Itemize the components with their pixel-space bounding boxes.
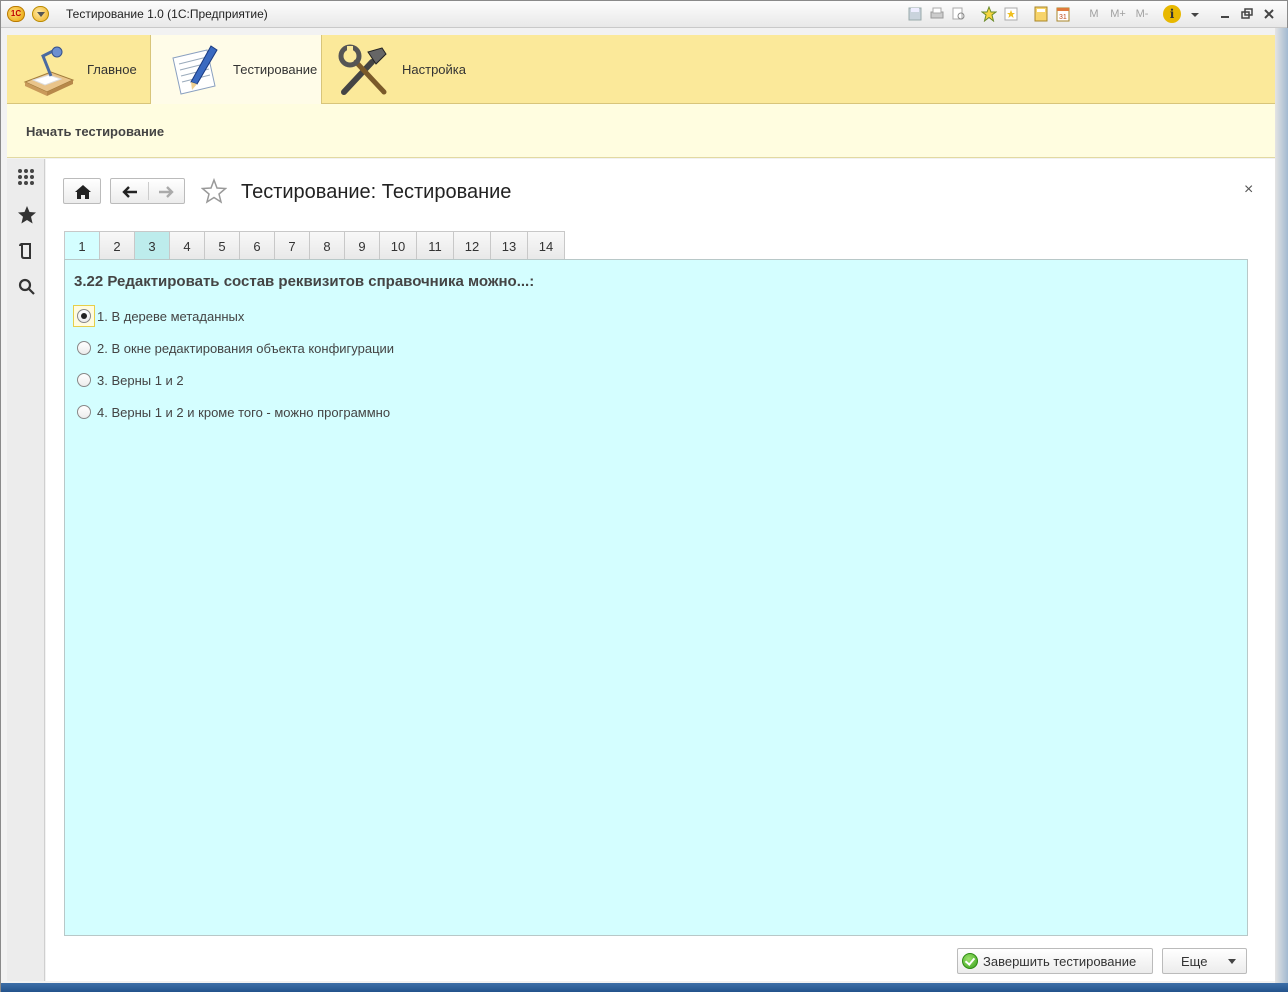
title-bar: 1С Тестирование 1.0 (1С:Предприятие) 31 …	[1, 1, 1287, 28]
radio-button[interactable]	[77, 309, 91, 323]
search-icon[interactable]	[17, 277, 37, 297]
tab-1[interactable]: 1	[64, 231, 100, 261]
radio-wrap	[73, 305, 95, 327]
finish-testing-button[interactable]: Завершить тестирование	[957, 948, 1153, 974]
desk-lamp-icon	[21, 42, 77, 98]
nav-arrows	[110, 178, 185, 204]
section-settings[interactable]: Настройка	[322, 35, 482, 104]
sections-panel: Главное Тестирование Настройка	[7, 35, 1275, 104]
tab-7[interactable]: 7	[274, 231, 310, 260]
close-window-button[interactable]	[1259, 5, 1279, 23]
radio-button[interactable]	[77, 341, 91, 355]
more-button[interactable]: Еще	[1162, 948, 1247, 974]
tab-5[interactable]: 5	[204, 231, 240, 260]
tab-12[interactable]: 12	[453, 231, 491, 260]
calculator-icon[interactable]	[1031, 5, 1051, 23]
answer-option-3[interactable]: 3. Верны 1 и 2	[73, 364, 394, 396]
tab-11[interactable]: 11	[416, 231, 454, 260]
history-icon[interactable]	[17, 241, 37, 261]
answer-group: 1. В дереве метаданных 2. В окне редакти…	[73, 300, 394, 428]
restore-button[interactable]	[1237, 5, 1257, 23]
chevron-down-icon	[1228, 959, 1236, 964]
section-main[interactable]: Главное	[7, 35, 150, 104]
os-taskbar	[1, 983, 1288, 992]
tab-8[interactable]: 8	[309, 231, 345, 260]
notepad-pencil-icon	[167, 42, 223, 98]
preview-icon[interactable]	[949, 5, 969, 23]
star-icon[interactable]	[17, 205, 37, 225]
desktop-edge	[1275, 28, 1288, 983]
favorites-icon[interactable]	[1001, 5, 1021, 23]
svg-text:31: 31	[1059, 14, 1067, 21]
tab-6[interactable]: 6	[239, 231, 275, 260]
check-circle-icon	[962, 953, 978, 969]
tab-content: 3.22 Редактировать состав реквизитов спр…	[64, 259, 1248, 936]
calendar-icon[interactable]: 31	[1053, 5, 1073, 23]
print-icon[interactable]	[927, 5, 947, 23]
home-icon	[75, 185, 91, 199]
memory-minus-button[interactable]: M-	[1131, 5, 1153, 23]
main-menu-button[interactable]	[32, 6, 49, 22]
answer-label[interactable]: 3. Верны 1 и 2	[97, 373, 184, 388]
minimize-button[interactable]	[1215, 5, 1235, 23]
left-toolbar	[7, 159, 45, 981]
tab-10[interactable]: 10	[379, 231, 417, 260]
finish-label: Завершить тестирование	[983, 953, 1137, 969]
chevron-down-icon[interactable]	[1185, 5, 1205, 23]
grid-menu-icon[interactable]	[17, 167, 37, 187]
tab-9[interactable]: 9	[344, 231, 380, 260]
radio-wrap	[73, 369, 95, 391]
radio-wrap	[73, 401, 95, 423]
answer-label[interactable]: 4. Верны 1 и 2 и кроме того - можно прог…	[97, 405, 390, 420]
1c-logo-icon[interactable]: 1С	[7, 6, 25, 22]
function-panel: Начать тестирование	[7, 104, 1275, 158]
memory-plus-button[interactable]: M+	[1107, 5, 1129, 23]
answer-option-4[interactable]: 4. Верны 1 и 2 и кроме того - можно прог…	[73, 396, 394, 428]
section-label: Тестирование	[233, 62, 318, 77]
window-title: Тестирование 1.0 (1С:Предприятие)	[66, 7, 268, 21]
home-button[interactable]	[63, 178, 101, 204]
tab-14[interactable]: 14	[527, 231, 565, 260]
answer-label[interactable]: 1. В дереве метаданных	[97, 309, 244, 324]
tools-icon	[336, 42, 392, 98]
form-area: Тестирование: Тестирование × 1 2 3 4 5 6…	[46, 159, 1275, 981]
title-toolbar: 31 M M+ M- i	[905, 5, 1279, 23]
tab-13[interactable]: 13	[490, 231, 528, 260]
forward-arrow-icon[interactable]	[157, 185, 175, 199]
add-to-favorites-star-icon[interactable]	[200, 177, 228, 204]
radio-wrap	[73, 337, 95, 359]
form-title: Тестирование: Тестирование	[241, 181, 512, 203]
answer-label[interactable]: 2. В окне редактирования объекта конфигу…	[97, 341, 394, 356]
question-tabs: 1 2 3 4 5 6 7 8 9 10 11 12 13 14	[64, 231, 565, 261]
favorites-add-icon[interactable]	[979, 5, 999, 23]
tab-3[interactable]: 3	[134, 231, 170, 260]
start-testing-command[interactable]: Начать тестирование	[26, 124, 164, 139]
answer-option-1[interactable]: 1. В дереве метаданных	[73, 300, 394, 332]
tab-4[interactable]: 4	[169, 231, 205, 260]
memory-m-button[interactable]: M	[1083, 5, 1105, 23]
close-form-icon[interactable]: ×	[1244, 181, 1258, 198]
save-icon[interactable]	[905, 5, 925, 23]
more-label: Еще	[1181, 953, 1208, 969]
section-testing[interactable]: Тестирование	[150, 35, 322, 104]
app-window: 1С Тестирование 1.0 (1С:Предприятие) 31 …	[0, 0, 1288, 992]
question-text: 3.22 Редактировать состав реквизитов спр…	[74, 273, 535, 290]
back-arrow-icon[interactable]	[121, 185, 139, 199]
radio-button[interactable]	[77, 405, 91, 419]
tab-2[interactable]: 2	[99, 231, 135, 260]
answer-option-2[interactable]: 2. В окне редактирования объекта конфигу…	[73, 332, 394, 364]
section-label: Настройка	[402, 62, 466, 77]
section-label: Главное	[87, 62, 137, 77]
info-icon[interactable]: i	[1163, 5, 1181, 23]
radio-button[interactable]	[77, 373, 91, 387]
